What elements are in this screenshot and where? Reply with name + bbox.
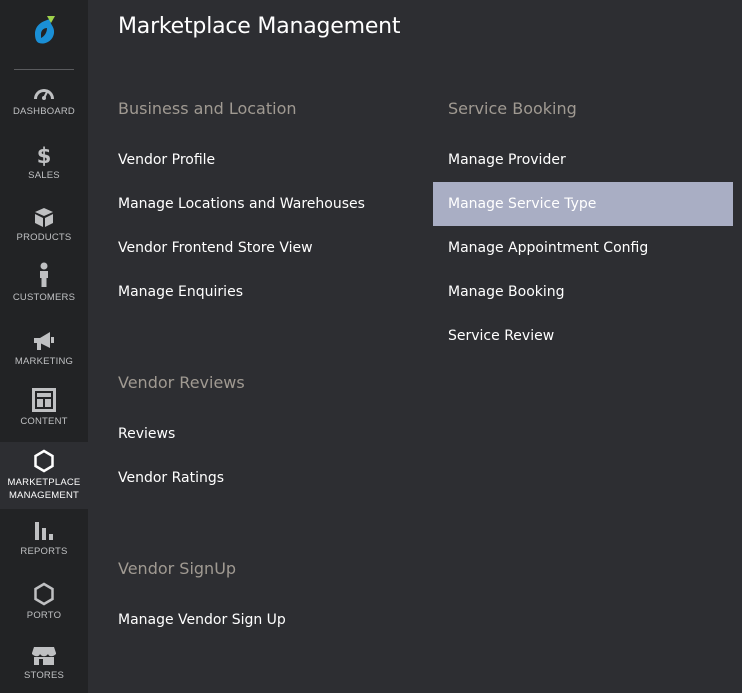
- nav-sales[interactable]: $ SALES: [0, 144, 88, 204]
- nav-content[interactable]: CONTENT: [0, 388, 88, 450]
- nav-label: MARKETING: [14, 356, 74, 367]
- nav-label-line1: MARKETPLACE: [7, 477, 81, 488]
- nav-customers[interactable]: CUSTOMERS: [0, 262, 88, 324]
- nav-label: MARKETPLACE MANAGEMENT: [8, 476, 81, 502]
- layout-icon: [32, 388, 56, 412]
- nav-label-line2: MANAGEMENT: [8, 490, 80, 501]
- app-logo[interactable]: [0, 0, 88, 62]
- menu-link-vendor-profile[interactable]: Vendor Profile: [103, 138, 215, 182]
- menu-link-manage-provider[interactable]: Manage Provider: [433, 138, 566, 182]
- marketplace-management-menu: Marketplace Management Business and Loca…: [88, 0, 742, 693]
- dashboard-icon: [34, 89, 54, 100]
- magento-logo-icon: [35, 16, 55, 44]
- nav-label: PORTO: [26, 610, 62, 621]
- dollar-icon: $: [37, 144, 52, 166]
- nav-label: DASHBOARD: [13, 106, 75, 117]
- menu-link-vendor-ratings[interactable]: Vendor Ratings: [103, 456, 224, 500]
- bar-chart-icon: [35, 522, 53, 540]
- logo-divider: [14, 69, 74, 70]
- admin-sidebar: DASHBOARD $ SALES PRODUCTS CUSTOMERS MAR…: [0, 0, 88, 693]
- menu-link-manage-booking[interactable]: Manage Booking: [433, 270, 565, 314]
- menu-link-manage-locations[interactable]: Manage Locations and Warehouses: [103, 182, 365, 226]
- nav-stores[interactable]: STORES: [0, 646, 88, 693]
- nav-label: CUSTOMERS: [12, 292, 76, 303]
- hexagon-icon: [34, 582, 54, 606]
- section-title-vendor-signup: Vendor SignUp: [118, 559, 237, 578]
- nav-reports[interactable]: REPORTS: [0, 520, 88, 580]
- menu-link-manage-service-type[interactable]: Manage Service Type: [433, 182, 733, 226]
- menu-link-reviews[interactable]: Reviews: [103, 412, 175, 456]
- nav-label: CONTENT: [20, 416, 68, 427]
- nav-label: REPORTS: [20, 546, 68, 557]
- nav-marketplace-management[interactable]: MARKETPLACE MANAGEMENT: [0, 442, 88, 509]
- nav-products[interactable]: PRODUCTS: [0, 206, 88, 266]
- nav-dashboard[interactable]: DASHBOARD: [0, 82, 88, 142]
- nav-label: PRODUCTS: [16, 232, 72, 243]
- storefront-icon: [32, 647, 56, 665]
- person-icon: [40, 262, 48, 287]
- megaphone-icon: [34, 332, 54, 350]
- section-title-service-booking: Service Booking: [448, 99, 577, 118]
- menu-link-manage-vendor-sign-up[interactable]: Manage Vendor Sign Up: [103, 598, 286, 642]
- hexagon-icon: [34, 449, 54, 473]
- svg-text:$: $: [37, 144, 52, 166]
- box-icon: [35, 208, 53, 227]
- section-title-business-location: Business and Location: [118, 99, 297, 118]
- nav-label: SALES: [28, 170, 60, 181]
- menu-link-vendor-frontend-store-view[interactable]: Vendor Frontend Store View: [103, 226, 313, 270]
- menu-link-manage-appointment-config[interactable]: Manage Appointment Config: [433, 226, 648, 270]
- page-title: Marketplace Management: [118, 14, 401, 39]
- menu-link-manage-enquiries[interactable]: Manage Enquiries: [103, 270, 243, 314]
- nav-porto[interactable]: PORTO: [0, 582, 88, 642]
- section-title-vendor-reviews: Vendor Reviews: [118, 373, 245, 392]
- nav-label: STORES: [23, 670, 65, 681]
- menu-link-service-review[interactable]: Service Review: [433, 314, 554, 358]
- nav-marketing[interactable]: MARKETING: [0, 330, 88, 390]
